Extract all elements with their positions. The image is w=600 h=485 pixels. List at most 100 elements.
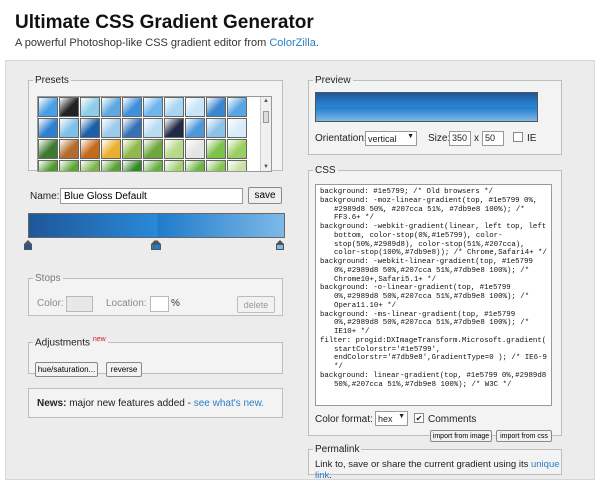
gradient-name-input[interactable] <box>60 188 243 204</box>
preset-swatch[interactable] <box>80 160 100 171</box>
preset-swatch[interactable] <box>164 160 184 171</box>
presets-scrollbar[interactable]: ▲ ▼ <box>260 97 271 171</box>
preset-swatch[interactable] <box>185 118 205 138</box>
preset-swatch[interactable] <box>59 118 79 138</box>
permalink-legend: Permalink <box>315 444 360 455</box>
stops-panel: Stops Color: Location: % delete <box>28 273 283 316</box>
preset-swatch[interactable] <box>38 118 58 138</box>
whats-new-link[interactable]: see what's new. <box>194 398 264 409</box>
preset-swatch[interactable] <box>38 160 58 171</box>
delete-stop-button[interactable]: delete <box>237 296 275 313</box>
chevron-down-icon: ▼ <box>398 413 405 420</box>
stop-marker[interactable] <box>276 240 284 250</box>
colorzilla-link[interactable]: ColorZilla <box>269 37 315 49</box>
gradient-stops-bar[interactable] <box>28 213 285 238</box>
news-box: News: major new features added - see wha… <box>28 388 283 418</box>
preset-swatch[interactable] <box>122 118 142 138</box>
subtitle-text: A powerful Photoshop-like CSS gradient e… <box>15 37 270 49</box>
preset-swatch[interactable] <box>59 139 79 159</box>
orientation-select[interactable]: vertical ▼ <box>365 131 417 146</box>
preset-swatch[interactable] <box>80 139 100 159</box>
preset-swatch[interactable] <box>185 160 205 171</box>
stop-location-input[interactable] <box>150 296 169 312</box>
preset-swatch[interactable] <box>206 160 226 171</box>
size-label: Size: <box>428 133 451 144</box>
comments-checkbox[interactable]: ✔ <box>414 413 424 423</box>
preset-swatch[interactable] <box>80 97 100 117</box>
preset-swatch[interactable] <box>227 118 247 138</box>
reverse-button[interactable]: reverse <box>106 362 142 378</box>
preset-swatch[interactable] <box>143 118 163 138</box>
preset-swatch[interactable] <box>59 160 79 171</box>
size-x-label: x <box>474 133 479 144</box>
css-output[interactable]: background: #1e5799; /* Old browsers */ … <box>315 184 552 406</box>
scroll-down-icon[interactable]: ▼ <box>263 164 269 170</box>
comments-label: Comments <box>428 414 477 425</box>
color-format-select[interactable]: hex ▼ <box>375 411 408 426</box>
page-title: Ultimate CSS Gradient Generator <box>15 12 314 33</box>
preset-swatch[interactable] <box>80 118 100 138</box>
preset-swatch[interactable] <box>122 97 142 117</box>
css-line: background: -moz-linear-gradient(top, #1… <box>320 196 538 223</box>
location-label: Location: <box>106 298 147 309</box>
presets-panel: Presets ▲ ▼ <box>28 75 283 172</box>
preset-swatch[interactable] <box>101 160 121 171</box>
scroll-up-icon[interactable]: ▲ <box>263 98 269 104</box>
percent-label: % <box>171 298 180 309</box>
preset-swatch[interactable] <box>122 139 142 159</box>
subtitle-suffix: . <box>315 37 319 49</box>
preset-swatch[interactable] <box>206 97 226 117</box>
chevron-down-icon: ▼ <box>407 133 414 140</box>
css-line: background: #1e5799; /* Old browsers */ <box>320 188 493 196</box>
preset-swatch[interactable] <box>38 97 58 117</box>
hue-saturation-button[interactable]: hue/saturation... <box>35 362 98 378</box>
preset-swatch[interactable] <box>185 139 205 159</box>
preset-swatch[interactable] <box>143 139 163 159</box>
editor-panel: Presets ▲ ▼ Name: save Stops Color: Loca… <box>5 60 595 481</box>
color-format-label: Color format: <box>315 414 373 425</box>
preset-swatch[interactable] <box>143 97 163 117</box>
preset-swatch[interactable] <box>143 160 163 171</box>
width-input[interactable]: 350 <box>449 131 471 146</box>
scroll-thumb[interactable] <box>263 111 269 123</box>
adjustments-panel: Adjustments new hue/saturation... revers… <box>28 336 283 378</box>
preset-swatch[interactable] <box>164 139 184 159</box>
preset-swatch[interactable] <box>227 139 247 159</box>
news-text: major new features added - <box>66 398 194 409</box>
format-row: Color format: hex ▼ ✔ Comments <box>315 411 555 426</box>
presets-grid <box>38 97 247 171</box>
preset-swatch[interactable] <box>227 160 247 171</box>
stop-marker[interactable] <box>24 240 32 250</box>
preview-legend: Preview <box>315 75 351 86</box>
css-panel: CSS background: #1e5799; /* Old browsers… <box>308 165 562 442</box>
preset-swatch[interactable] <box>185 97 205 117</box>
import-from-image-button[interactable]: import from image <box>430 430 492 442</box>
preset-swatch[interactable] <box>38 139 58 159</box>
stop-marker[interactable] <box>153 240 161 250</box>
save-button[interactable]: save <box>248 187 282 204</box>
adjustments-legend: Adjustments new <box>35 336 106 349</box>
preset-swatch[interactable] <box>101 118 121 138</box>
ie-checkbox[interactable] <box>513 132 523 142</box>
preset-swatch[interactable] <box>227 97 247 117</box>
gradient-preview <box>315 92 538 122</box>
stops-legend: Stops <box>35 273 61 284</box>
preset-swatch[interactable] <box>59 97 79 117</box>
preset-swatch[interactable] <box>164 118 184 138</box>
news-label: News: <box>37 398 67 409</box>
css-legend: CSS <box>315 165 336 176</box>
orientation-label: Orientation: <box>315 133 367 144</box>
height-input[interactable]: 50 <box>482 131 504 146</box>
preset-swatch[interactable] <box>206 118 226 138</box>
preset-swatch[interactable] <box>101 139 121 159</box>
preset-swatch[interactable] <box>122 160 142 171</box>
name-label: Name: <box>30 191 60 202</box>
import-from-css-button[interactable]: import from css <box>496 430 552 442</box>
preset-swatch[interactable] <box>206 139 226 159</box>
preset-swatch[interactable] <box>101 97 121 117</box>
new-badge: new <box>92 336 106 343</box>
stop-color-swatch[interactable] <box>66 296 93 312</box>
preview-panel: Preview Orientation: vertical ▼ Size: 350… <box>308 75 562 155</box>
preset-swatch[interactable] <box>164 97 184 117</box>
css-line: background: -ms-linear-gradient(top, #1e… <box>320 310 530 337</box>
